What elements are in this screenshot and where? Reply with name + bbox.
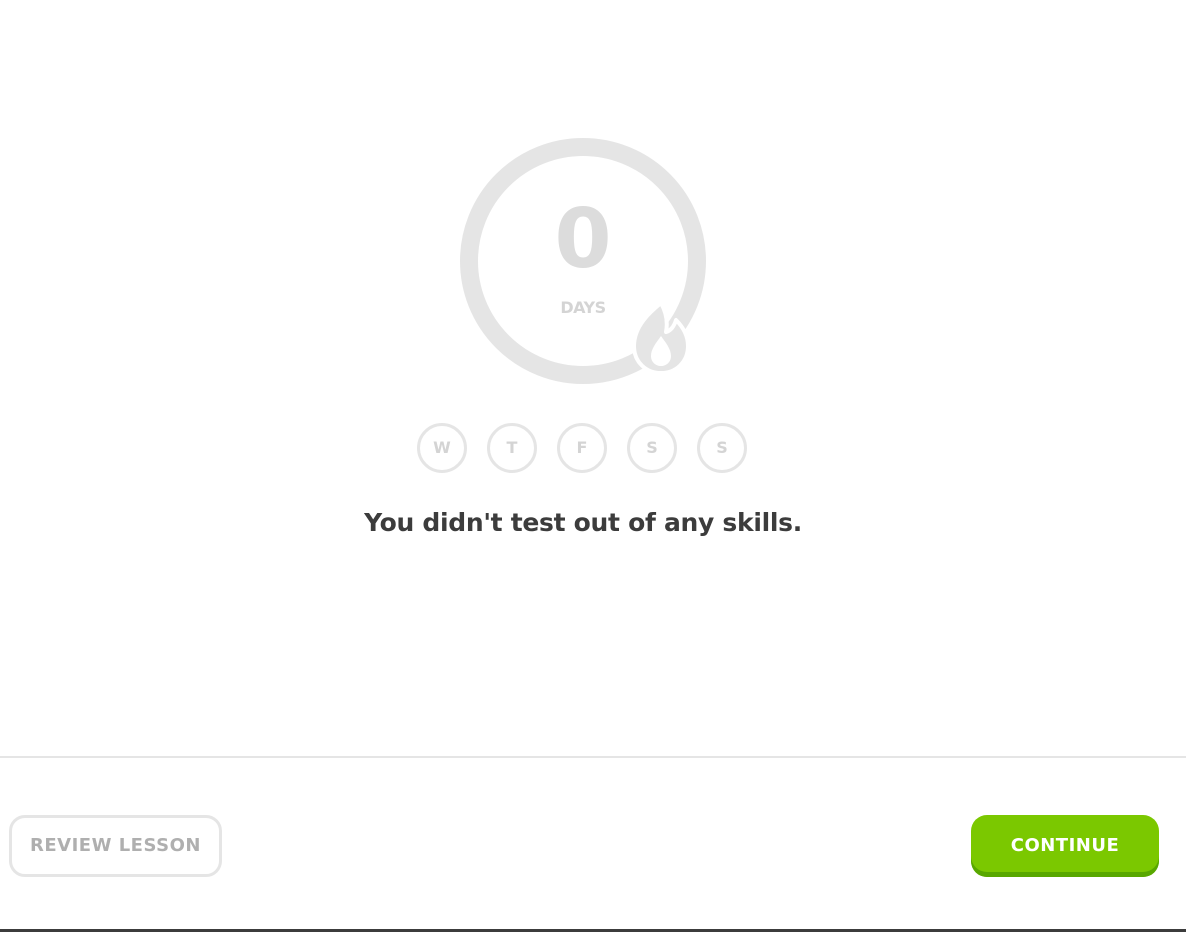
weekday-circle: F bbox=[557, 423, 607, 473]
result-message: You didn't test out of any skills. bbox=[364, 508, 802, 537]
footer-divider bbox=[0, 756, 1186, 758]
continue-button[interactable]: CONTINUE bbox=[971, 815, 1159, 877]
streak-count: 0 bbox=[554, 192, 612, 287]
lesson-complete-screen: 0 DAYS W T F S S You didn't test out of … bbox=[0, 0, 1186, 932]
flame-icon bbox=[632, 301, 690, 375]
weekday-circle: S bbox=[697, 423, 747, 473]
weekday-circle: S bbox=[627, 423, 677, 473]
review-lesson-button[interactable]: REVIEW LESSON bbox=[9, 815, 222, 877]
weekday-circle: W bbox=[417, 423, 467, 473]
weekday-streak-row: W T F S S bbox=[417, 423, 749, 473]
weekday-circle: T bbox=[487, 423, 537, 473]
